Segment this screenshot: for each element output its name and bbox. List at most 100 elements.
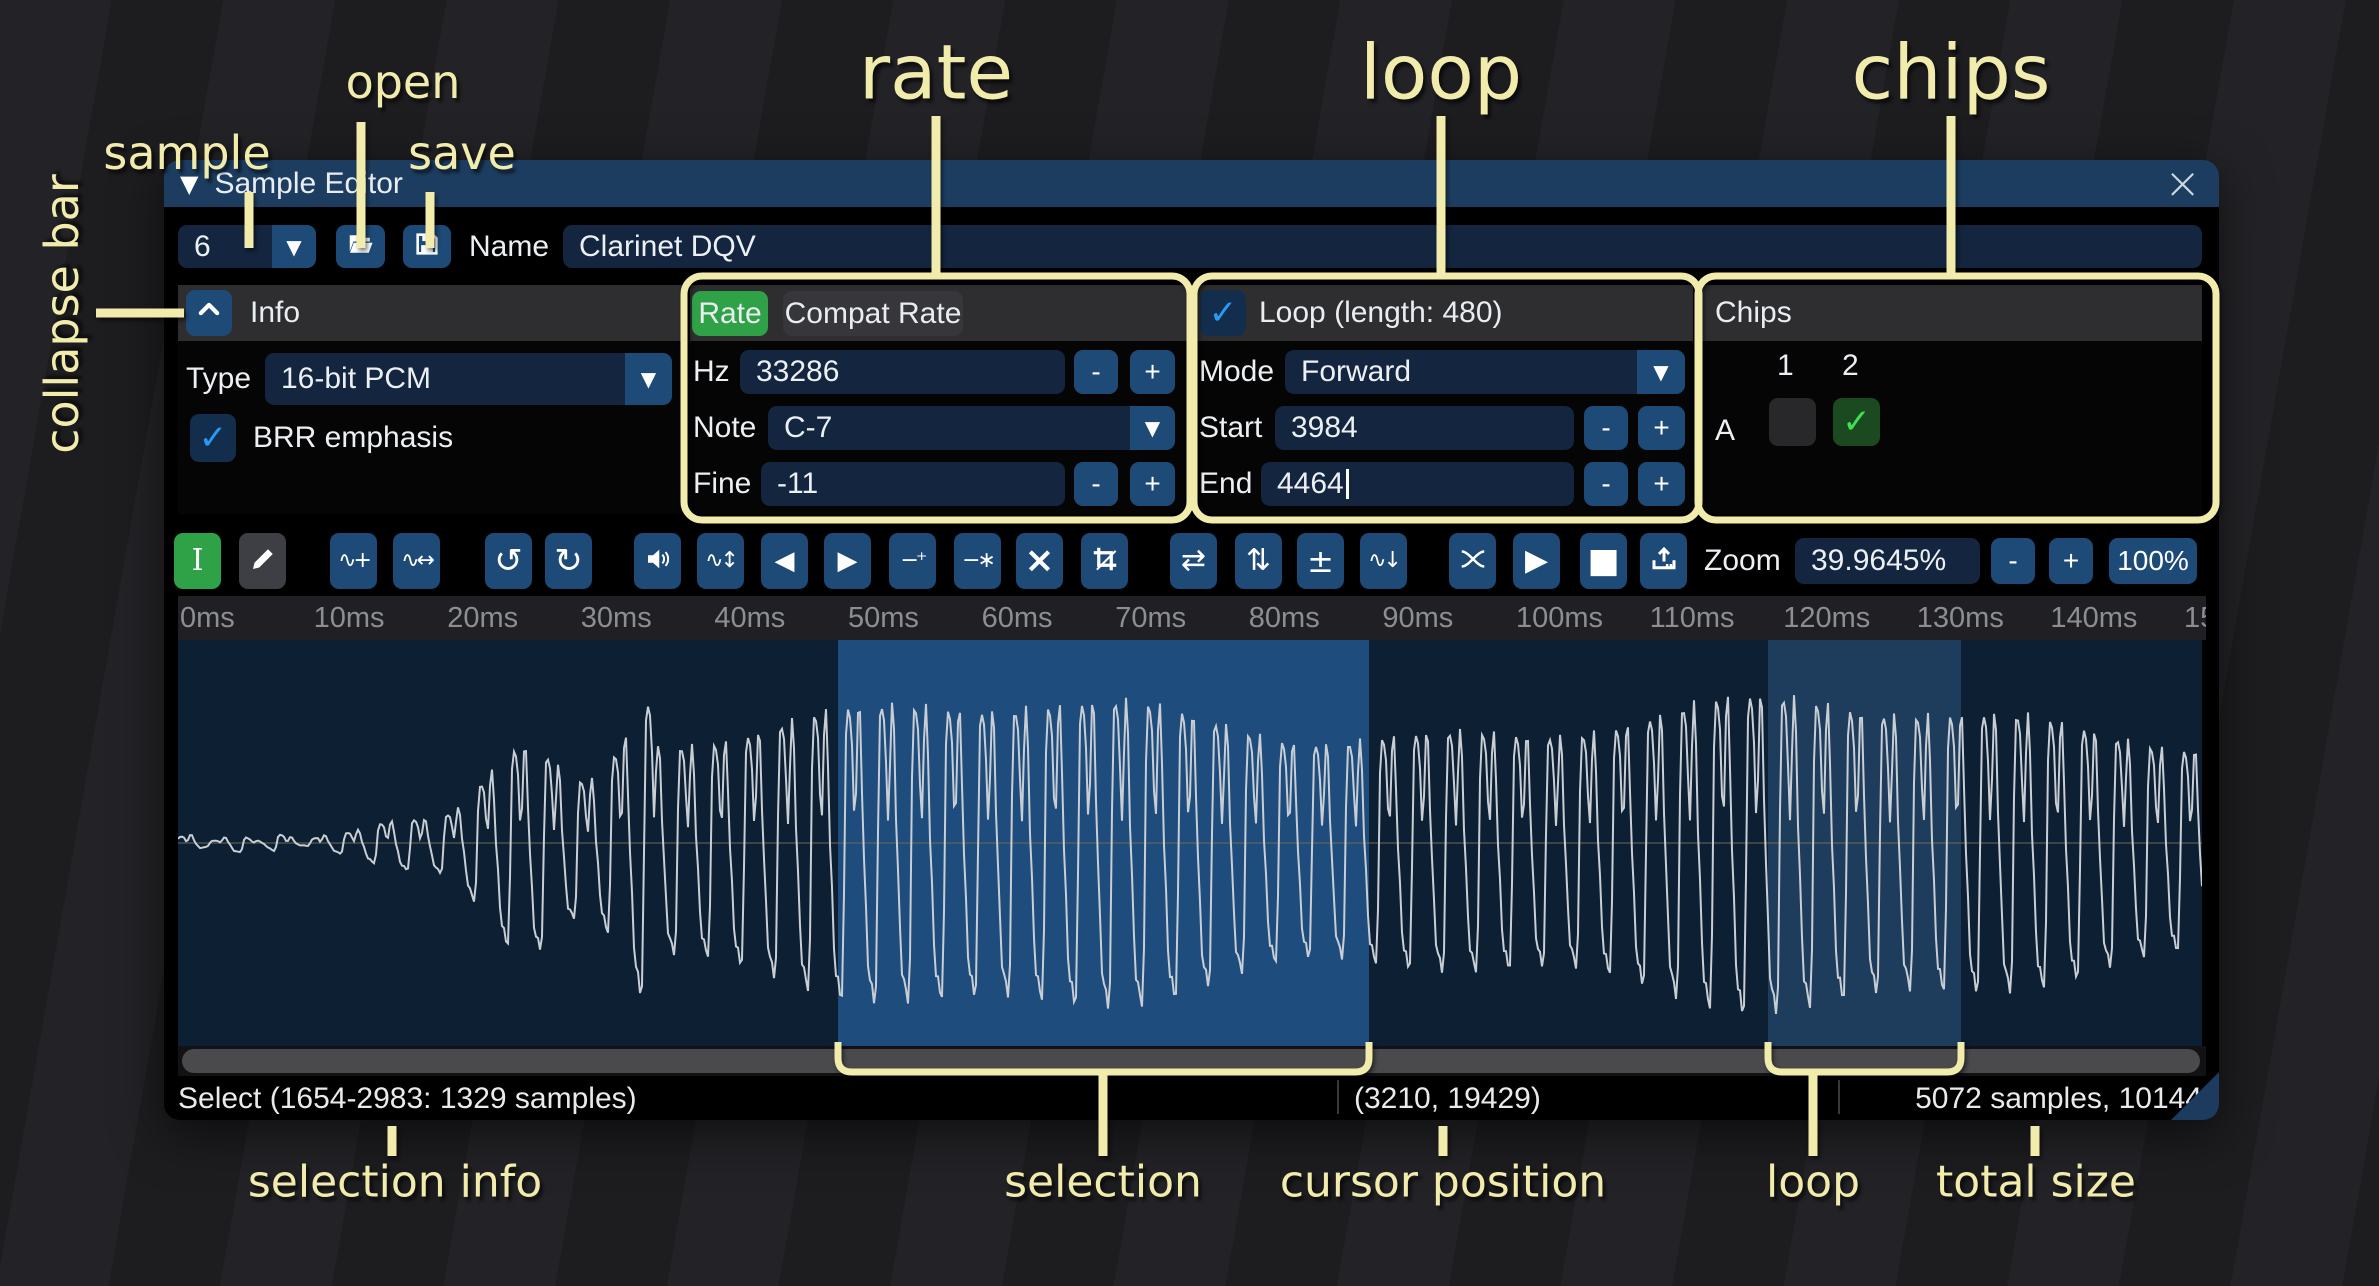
- brr-emphasis-checkbox[interactable]: ✓: [190, 414, 236, 462]
- loop-mode-select[interactable]: Forward: [1285, 350, 1637, 394]
- export-button[interactable]: [1640, 533, 1687, 589]
- name-label: Name: [469, 225, 549, 268]
- chip-1-checkbox[interactable]: [1769, 398, 1816, 446]
- compat-rate-tab-button[interactable]: Compat Rate: [783, 291, 963, 336]
- play-preview-button[interactable]: ▶: [1513, 533, 1560, 589]
- time-ruler[interactable]: 0ms10ms20ms30ms40ms50ms60ms70ms80ms90ms1…: [178, 596, 2206, 640]
- fade-in-button[interactable]: ◀: [761, 533, 808, 589]
- crossfade-button[interactable]: [1449, 533, 1496, 589]
- stop-icon: ■: [1587, 544, 1619, 578]
- loop-section-header: ✓ Loop (length: 480): [1196, 285, 1693, 341]
- trim-button[interactable]: [1081, 533, 1128, 589]
- undo-button[interactable]: ↺: [485, 533, 532, 589]
- close-icon[interactable]: ×: [2164, 160, 2201, 207]
- insert-silence-button[interactable]: −⁺: [889, 533, 936, 589]
- ruler-label: 70ms: [1115, 602, 1186, 635]
- draw-mode-button[interactable]: [239, 533, 286, 589]
- fade-in-triangle-icon: ◀: [775, 548, 795, 574]
- zoom-reset-button[interactable]: 100%: [2109, 538, 2197, 584]
- undo-arrow-icon: ↺: [494, 544, 523, 578]
- fine-input[interactable]: -11: [761, 462, 1065, 506]
- note-dropdown-icon[interactable]: ▼: [1130, 406, 1175, 450]
- up-down-arrows-icon: ⇅: [1246, 546, 1271, 576]
- amplify-button[interactable]: [634, 533, 681, 589]
- stop-preview-button[interactable]: ■: [1580, 533, 1627, 589]
- loop-enable-checkbox[interactable]: ✓: [1200, 290, 1246, 336]
- play-icon: ▶: [1525, 546, 1548, 576]
- line-asterisk-icon: −∗: [962, 550, 993, 572]
- invert-button[interactable]: ⇅: [1235, 533, 1282, 589]
- hz-label: Hz: [693, 350, 730, 394]
- rate-tab-button[interactable]: Rate: [692, 291, 768, 336]
- rate-section-header: Rate Compat Rate: [690, 285, 1188, 341]
- ruler-label: 90ms: [1382, 602, 1453, 635]
- swap-arrows-icon: ⇄: [1181, 546, 1206, 576]
- loop-start-input[interactable]: 3984: [1275, 406, 1574, 450]
- save-sample-button[interactable]: [403, 225, 451, 268]
- delete-button[interactable]: ×: [1016, 533, 1063, 589]
- pencil-icon: [248, 544, 278, 579]
- redo-button[interactable]: ↻: [545, 533, 592, 589]
- loop-end-minus-button[interactable]: -: [1584, 462, 1628, 506]
- ruler-label: 120ms: [1783, 602, 1870, 635]
- wave-height-arrows-icon: ∿↕: [705, 550, 736, 572]
- fine-plus-button[interactable]: +: [1130, 462, 1175, 506]
- ruler-label: 60ms: [982, 602, 1053, 635]
- zoom-minus-button[interactable]: -: [1991, 538, 2035, 584]
- loop-end-input[interactable]: 4464: [1261, 462, 1574, 506]
- chip-2-checkbox[interactable]: ✓: [1833, 398, 1880, 446]
- hz-plus-button[interactable]: +: [1130, 350, 1175, 394]
- annotation-save: save: [408, 126, 516, 180]
- sample-type-dropdown-icon[interactable]: ▼: [625, 353, 672, 405]
- ruler-label: 100ms: [1516, 602, 1603, 635]
- loop-mode-dropdown-icon[interactable]: ▼: [1637, 350, 1685, 394]
- checkmark-icon: ✓: [199, 418, 228, 458]
- loop-start-plus-button[interactable]: +: [1638, 406, 1685, 450]
- resize-grip[interactable]: [2171, 1072, 2219, 1120]
- fine-minus-button[interactable]: -: [1074, 462, 1118, 506]
- normalize-button[interactable]: ∿↕: [697, 533, 744, 589]
- wave-plus-icon: ∿+: [338, 550, 369, 572]
- note-select[interactable]: C-7: [768, 406, 1130, 450]
- fade-out-button[interactable]: ▶: [824, 533, 871, 589]
- chips-col-2-label: 2: [1842, 351, 1859, 381]
- chips-row-a-label: A: [1715, 407, 1735, 455]
- ruler-label: 140ms: [2050, 602, 2137, 635]
- hz-input[interactable]: 33286: [740, 350, 1065, 394]
- filter-button[interactable]: ∿↓: [1360, 533, 1407, 589]
- scrollbar-thumb[interactable]: [182, 1049, 2200, 1073]
- chips-col-1-label: 1: [1777, 351, 1794, 381]
- sample-index-value[interactable]: 6: [178, 225, 272, 268]
- reverse-button[interactable]: ⇄: [1170, 533, 1217, 589]
- sample-type-select[interactable]: 16-bit PCM: [265, 353, 625, 405]
- chips-header-label: Chips: [1715, 296, 1792, 330]
- zoom-label: Zoom: [1704, 533, 1781, 589]
- signed-unsigned-button[interactable]: ±: [1297, 533, 1344, 589]
- open-sample-button[interactable]: [336, 225, 385, 268]
- ruler-label: 40ms: [714, 602, 785, 635]
- waveform-scrollbar[interactable]: [178, 1046, 2206, 1076]
- zoom-value-input[interactable]: 39.9645%: [1795, 538, 1980, 584]
- rate-section: Rate Compat Rate Hz 33286 - + Note C-7 ▼…: [690, 285, 1188, 514]
- annotation-loop: loop: [1360, 28, 1522, 117]
- resize-button[interactable]: ∿+: [330, 533, 377, 589]
- zoom-plus-button[interactable]: +: [2049, 538, 2093, 584]
- ruler-label: 20ms: [447, 602, 518, 635]
- apply-silence-button[interactable]: −∗: [954, 533, 1001, 589]
- chips-section-header: Chips: [1701, 285, 2202, 341]
- loop-end-plus-button[interactable]: +: [1638, 462, 1685, 506]
- annotation-rate: rate: [859, 28, 1013, 117]
- status-bar: Select (1654-2983: 1329 samples) (3210, …: [164, 1076, 2219, 1120]
- select-mode-button[interactable]: I: [174, 533, 221, 589]
- ruler-label: 80ms: [1249, 602, 1320, 635]
- ruler-label: 0ms: [180, 602, 235, 635]
- info-section-header: Info: [178, 285, 682, 341]
- loop-start-minus-button[interactable]: -: [1584, 406, 1628, 450]
- hz-minus-button[interactable]: -: [1074, 350, 1118, 394]
- resample-button[interactable]: ∿↔: [393, 533, 440, 589]
- waveform-view[interactable]: [178, 640, 2202, 1046]
- x-delete-icon: ×: [1024, 543, 1054, 579]
- sample-index-dropdown-icon[interactable]: ▼: [272, 225, 316, 268]
- collapse-bar-button[interactable]: [186, 290, 232, 336]
- sample-name-input[interactable]: Clarinet DQV: [563, 225, 2202, 268]
